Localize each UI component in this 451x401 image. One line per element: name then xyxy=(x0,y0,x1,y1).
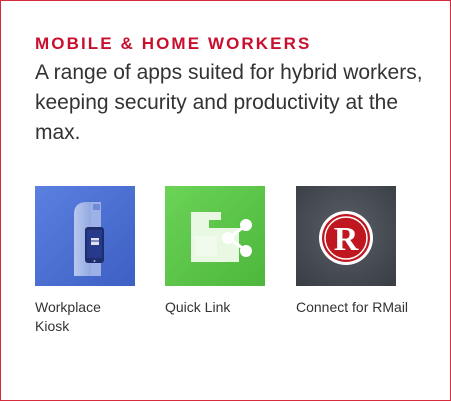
section-description: A range of apps suited for hybrid worker… xyxy=(35,61,423,144)
rmail-logo-icon: R xyxy=(296,186,396,286)
app-connect-for-rmail[interactable]: R Connect for RMail xyxy=(296,186,408,317)
app-quick-link[interactable]: Quick Link xyxy=(165,186,265,317)
app-tile-workplace-kiosk[interactable] xyxy=(35,186,135,286)
svg-text:R: R xyxy=(334,221,359,258)
app-label-connect-for-rmail[interactable]: Connect for RMail xyxy=(296,298,408,317)
app-label-quick-link[interactable]: Quick Link xyxy=(165,298,265,317)
app-tile-quick-link[interactable] xyxy=(165,186,265,286)
app-tile-connect-for-rmail[interactable]: R xyxy=(296,186,396,286)
app-label-workplace-kiosk[interactable]: Workplace Kiosk xyxy=(35,298,135,336)
app-workplace-kiosk[interactable]: Workplace Kiosk xyxy=(35,186,135,336)
kiosk-phone-icon xyxy=(35,186,135,286)
mobile-home-workers-card: MOBILE & HOME WORKERS A range of apps su… xyxy=(0,0,451,401)
section-heading: MOBILE & HOME WORKERS xyxy=(35,34,312,53)
share-link-icon xyxy=(165,186,265,286)
